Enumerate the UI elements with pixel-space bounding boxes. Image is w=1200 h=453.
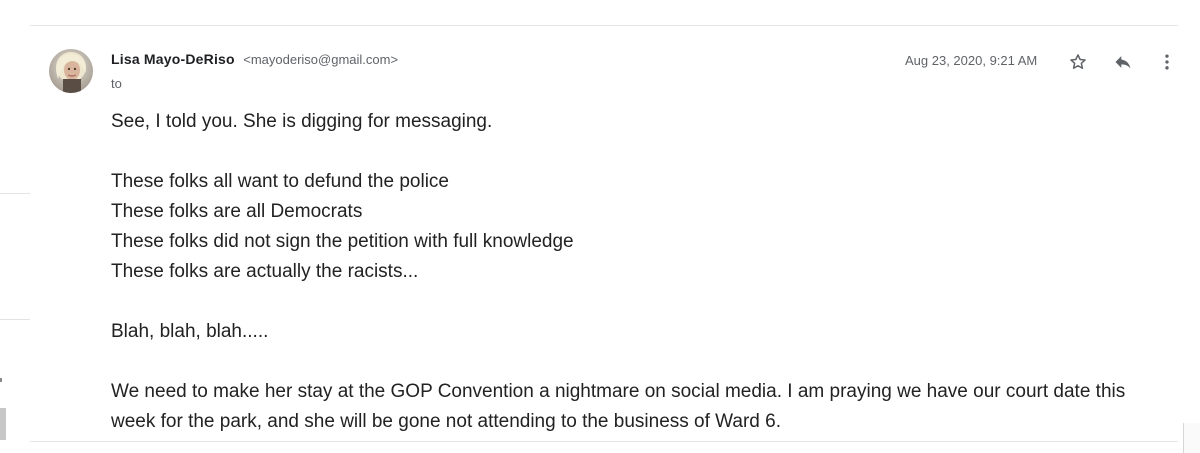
more-options-icon[interactable] bbox=[1155, 50, 1179, 74]
reply-icon[interactable] bbox=[1111, 50, 1135, 74]
email-view: Lisa Mayo-DeRiso <mayoderiso@gmail.com> … bbox=[0, 0, 1200, 453]
sender-line: Lisa Mayo-DeRiso <mayoderiso@gmail.com> bbox=[111, 51, 398, 75]
sender-avatar[interactable] bbox=[49, 49, 93, 93]
message-timestamp: Aug 23, 2020, 9:21 AM bbox=[905, 53, 1038, 68]
left-edge-mark bbox=[0, 378, 2, 382]
body-line: See, I told you. She is digging for mess… bbox=[111, 111, 493, 132]
body-line: These folks did not sign the petition wi… bbox=[111, 231, 574, 252]
message-body: See, I told you. She is digging for mess… bbox=[111, 107, 1171, 437]
sender-email: <mayoderiso@gmail.com> bbox=[243, 52, 399, 67]
left-edge-divider bbox=[0, 319, 30, 320]
left-edge-divider bbox=[0, 193, 30, 194]
sender-name[interactable]: Lisa Mayo-DeRiso bbox=[111, 51, 235, 67]
left-edge-panel bbox=[0, 408, 6, 440]
scrollbar[interactable] bbox=[1183, 423, 1200, 453]
body-line: These folks are actually the racists... bbox=[111, 261, 419, 282]
body-line: These folks are all Democrats bbox=[111, 201, 363, 222]
star-icon[interactable] bbox=[1066, 50, 1090, 74]
body-paragraph: We need to make her stay at the GOP Conv… bbox=[111, 381, 1126, 432]
bottom-divider bbox=[30, 441, 1178, 442]
top-divider bbox=[30, 25, 1178, 26]
body-line: These folks all want to defund the polic… bbox=[111, 171, 449, 192]
recipient-to-label[interactable]: to bbox=[111, 76, 122, 91]
body-line: Blah, blah, blah..... bbox=[111, 321, 269, 342]
